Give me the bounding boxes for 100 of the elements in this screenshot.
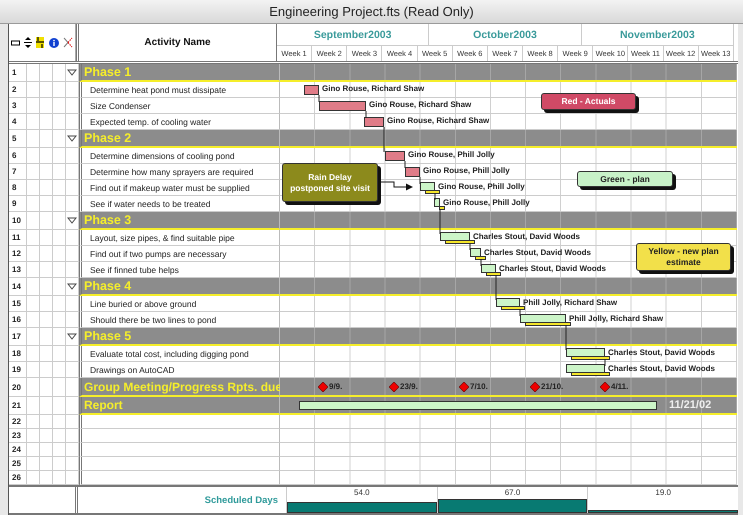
row-number: 20 bbox=[9, 378, 27, 397]
month-header: September2003 bbox=[277, 24, 430, 45]
activity-name: Line buried or above ground bbox=[89, 298, 196, 308]
grid-cell bbox=[40, 196, 53, 212]
grid-cell bbox=[40, 230, 53, 246]
disclosure-triangle-icon[interactable] bbox=[67, 333, 77, 340]
grid-cell bbox=[40, 312, 53, 328]
connector-line bbox=[419, 177, 421, 184]
estimate-bar bbox=[425, 190, 440, 194]
grid-cell bbox=[27, 196, 40, 212]
footer-label: Scheduled Days bbox=[204, 494, 279, 508]
grid-cell bbox=[53, 378, 66, 397]
connector-line bbox=[434, 193, 436, 200]
grid-cell bbox=[27, 278, 40, 296]
grid-cell bbox=[40, 246, 53, 262]
grid-cell bbox=[40, 328, 53, 346]
row-number: 14 bbox=[9, 278, 27, 296]
grid-cell bbox=[27, 98, 40, 114]
estimate-bar bbox=[486, 272, 501, 276]
grid-cell bbox=[53, 246, 66, 262]
grid-cell bbox=[40, 362, 53, 378]
disclosure-triangle-icon[interactable] bbox=[67, 69, 77, 76]
grid-cell bbox=[27, 312, 40, 328]
grid-cell bbox=[27, 230, 40, 246]
callout-note: Green - plan bbox=[577, 171, 673, 187]
grid-cell bbox=[40, 180, 53, 196]
month-header: November2003 bbox=[582, 24, 734, 45]
activity-name: Find out if makeup water must be supplied bbox=[89, 182, 250, 192]
pointer-arrow bbox=[378, 181, 414, 191]
days-value: 67.0 bbox=[504, 488, 522, 497]
grid-cell bbox=[27, 362, 40, 378]
grid-cell bbox=[40, 82, 53, 98]
resource-label: Charles Stout, David Woods bbox=[608, 348, 715, 357]
collapse-icon[interactable] bbox=[11, 40, 20, 46]
grid-cell bbox=[27, 180, 40, 196]
grid-cell bbox=[27, 64, 40, 82]
link-arrows-icon[interactable] bbox=[62, 37, 73, 48]
grid-cell bbox=[40, 278, 53, 296]
grid-cell bbox=[27, 212, 40, 230]
row-number: 22 bbox=[9, 415, 27, 429]
up-down-arrows-icon[interactable] bbox=[24, 37, 32, 48]
month-header: October2003 bbox=[429, 24, 582, 45]
row-number: 9 bbox=[9, 196, 27, 212]
row-number: 23 bbox=[9, 429, 27, 443]
row-number: 12 bbox=[9, 246, 27, 262]
column-header: Activity Name bbox=[76, 24, 277, 61]
milestone-diamond-icon bbox=[389, 382, 399, 392]
grid-cell bbox=[27, 457, 40, 471]
phase-title: Report bbox=[83, 398, 123, 412]
grid-cell bbox=[53, 82, 66, 98]
row-number: 11 bbox=[9, 230, 27, 246]
row-number: 13 bbox=[9, 262, 27, 278]
milestone-diamond-icon bbox=[600, 382, 610, 392]
connector-line bbox=[365, 111, 367, 118]
disclosure-triangle-icon[interactable] bbox=[67, 283, 77, 290]
grid-cell bbox=[40, 212, 53, 230]
connector-line bbox=[469, 243, 471, 250]
callout-note: Rain Delay postponed site visit bbox=[282, 163, 378, 202]
resource-label: Gino Rouse, Phill Jolly bbox=[423, 166, 510, 175]
disclosure-triangle-icon[interactable] bbox=[67, 135, 77, 142]
activity-name: Expected temp. of cooling water bbox=[89, 116, 211, 126]
split-box-icon[interactable] bbox=[36, 37, 44, 48]
activity-name: Layout, size pipes, & find suitable pipe bbox=[89, 232, 235, 242]
connector-line bbox=[383, 127, 385, 152]
grid-cell bbox=[40, 471, 53, 485]
activity-name: Drawings on AutoCAD bbox=[89, 364, 175, 374]
info-icon[interactable] bbox=[48, 38, 59, 48]
disclosure-triangle-icon[interactable] bbox=[67, 217, 77, 224]
connector-line bbox=[404, 161, 406, 168]
activity-name: See if water needs to be treated bbox=[89, 198, 210, 208]
row-number: 19 bbox=[9, 362, 27, 378]
connector-line bbox=[604, 359, 606, 366]
grid-cell bbox=[53, 312, 66, 328]
milestone-date: 9/9. bbox=[329, 382, 342, 391]
activity-name: Size Condenser bbox=[89, 100, 150, 110]
connector-line bbox=[439, 209, 441, 234]
resource-label: Phill Jolly, Richard Shaw bbox=[523, 298, 618, 307]
connector-line bbox=[565, 325, 567, 350]
activity-name: Should there be two lines to pond bbox=[89, 314, 216, 324]
row-number: 15 bbox=[9, 296, 27, 312]
estimate-bar bbox=[501, 306, 525, 310]
end-date: 11/21/02 bbox=[669, 399, 712, 411]
row-number: 16 bbox=[9, 312, 27, 328]
grid-cell bbox=[27, 114, 40, 130]
row-number: 1 bbox=[9, 64, 27, 82]
milestone-diamond-icon bbox=[318, 382, 328, 392]
estimate-bar bbox=[445, 240, 475, 244]
resource-label: Gino Rouse, Phill Jolly bbox=[408, 150, 495, 159]
activity-name: Determine heat pond must dissipate bbox=[89, 84, 226, 94]
milestone-date: 7/10. bbox=[470, 382, 488, 391]
callout-note: Yellow - new plan estimate bbox=[636, 243, 731, 271]
phase-title: Phase 5 bbox=[83, 329, 132, 343]
row-number: 3 bbox=[9, 98, 27, 114]
grid-cell bbox=[40, 148, 53, 164]
grid-cell bbox=[40, 443, 53, 457]
phase-title: Phase 3 bbox=[83, 213, 132, 227]
grid-cell bbox=[40, 64, 53, 82]
grid-cell bbox=[40, 415, 53, 429]
window-title: Engineering Project.fts (Read Only) bbox=[0, 0, 743, 24]
activity-name: Determine dimensions of cooling pond bbox=[89, 150, 235, 160]
